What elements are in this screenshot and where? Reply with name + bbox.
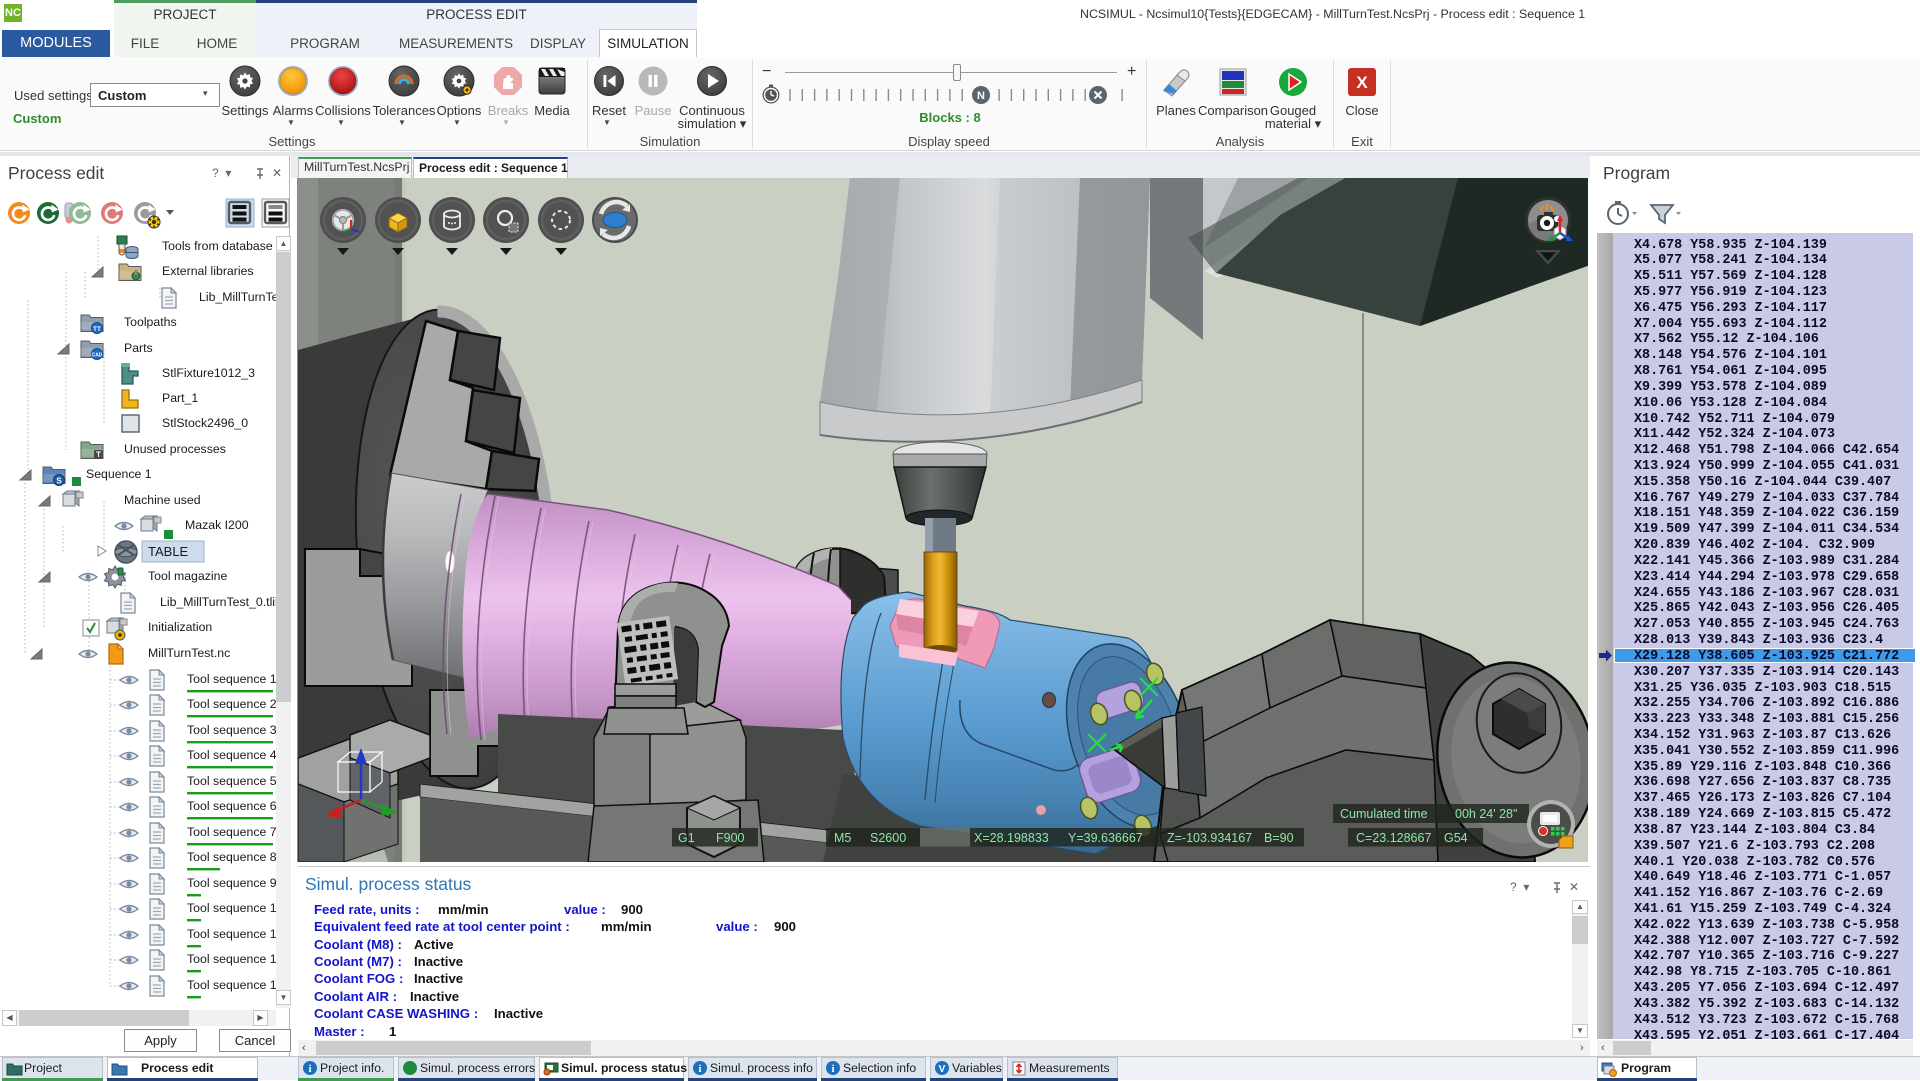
svg-text:i: i: [308, 1063, 311, 1075]
svg-text:X=28.198833: X=28.198833: [974, 831, 1049, 845]
svg-text:i: i: [698, 1063, 701, 1075]
svg-text:00h 24' 28": 00h 24' 28": [1455, 807, 1517, 821]
svg-text:Cumulated time: Cumulated time: [1340, 807, 1428, 821]
svg-text:F900: F900: [716, 831, 745, 845]
svg-text:B=90: B=90: [1264, 831, 1294, 845]
svg-text:G1: G1: [678, 831, 695, 845]
svg-text:CAD: CAD: [92, 353, 103, 359]
svg-text:G54: G54: [1444, 831, 1468, 845]
svg-text:V: V: [939, 1064, 946, 1075]
svg-text:C=23.128667: C=23.128667: [1356, 831, 1431, 845]
svg-text:Y=39.636667: Y=39.636667: [1068, 831, 1143, 845]
svg-text:i: i: [831, 1063, 834, 1075]
svg-text:S: S: [56, 477, 62, 486]
svg-text:M5: M5: [834, 831, 851, 845]
svg-text:TT: TT: [93, 326, 101, 333]
svg-text:S2600: S2600: [870, 831, 906, 845]
svg-text:Z=-103.934167: Z=-103.934167: [1167, 831, 1252, 845]
